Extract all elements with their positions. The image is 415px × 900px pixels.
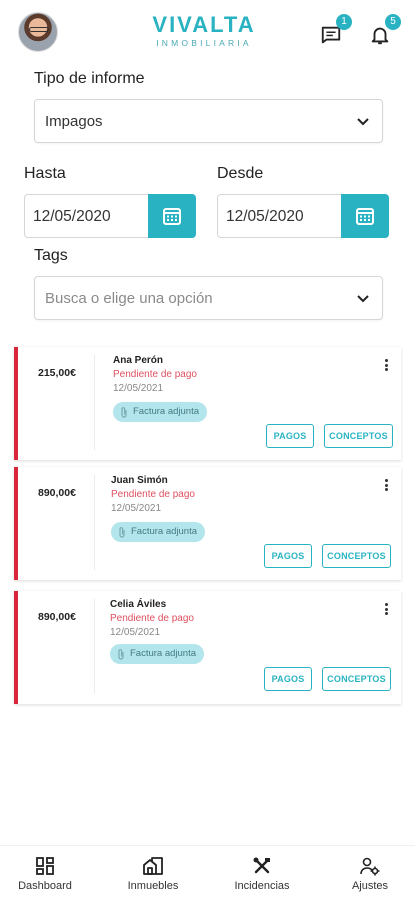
pagos-button[interactable]: PAGOS: [266, 424, 314, 448]
card-amount: 890,00€: [38, 611, 76, 623]
card-status: Pendiente de pago: [110, 613, 194, 624]
user-settings-icon: [360, 857, 380, 876]
conceptos-button[interactable]: CONCEPTOS: [322, 544, 391, 568]
messages-button[interactable]: 1: [320, 14, 352, 46]
paperclip-icon: [119, 527, 125, 538]
paperclip-icon: [121, 407, 127, 418]
report-type-select[interactable]: Impagos: [34, 99, 383, 143]
tags-label: Tags: [34, 247, 68, 264]
brand-logo: VIVALTA INMOBILIARIA: [150, 12, 258, 49]
calendar-icon: [356, 208, 374, 225]
notifications-button[interactable]: 5: [369, 14, 401, 46]
nav-ajustes[interactable]: Ajustes: [330, 846, 410, 892]
to-date-label: Hasta: [24, 165, 66, 182]
nav-dashboard-label: Dashboard: [18, 880, 72, 892]
debt-card[interactable]: 215,00€ Ana Perón Pendiente de pago 12/0…: [14, 347, 401, 460]
card-date: 12/05/2021: [111, 503, 162, 514]
notifications-badge: 5: [385, 14, 401, 30]
from-date-calendar-button[interactable]: [341, 194, 389, 238]
card-more-menu[interactable]: [385, 479, 389, 493]
conceptos-button[interactable]: CONCEPTOS: [322, 667, 391, 691]
to-date-value: 12/05/2020: [33, 208, 111, 225]
tags-placeholder: Busca o elige una opción: [45, 290, 213, 307]
pagos-button[interactable]: PAGOS: [264, 544, 312, 568]
attachment-tag-label: Factura adjunta: [131, 526, 198, 537]
nav-incidencias-label: Incidencias: [234, 880, 290, 892]
dashboard-icon: [36, 857, 54, 875]
tags-select[interactable]: Busca o elige una opción: [34, 276, 383, 320]
to-date-field[interactable]: 12/05/2020: [24, 194, 196, 238]
nav-dashboard[interactable]: Dashboard: [5, 846, 85, 892]
to-date-calendar-button[interactable]: [148, 194, 196, 238]
card-status: Pendiente de pago: [111, 489, 195, 500]
pagos-button[interactable]: PAGOS: [264, 667, 312, 691]
nav-ajustes-label: Ajustes: [351, 880, 389, 892]
conceptos-button[interactable]: CONCEPTOS: [324, 424, 393, 448]
report-type-label: Tipo de informe: [34, 70, 145, 87]
bottom-navigation: Dashboard Inmuebles Incidencias Ajustes: [0, 845, 415, 900]
card-divider: [94, 355, 95, 450]
card-divider: [94, 475, 95, 570]
from-date-value: 12/05/2020: [226, 208, 304, 225]
chevron-down-icon: [357, 295, 369, 303]
card-status: Pendiente de pago: [113, 369, 197, 380]
tools-icon: [253, 857, 270, 874]
from-date-label: Desde: [217, 165, 264, 182]
brand-subtitle: INMOBILIARIA: [156, 38, 252, 48]
app-header: VIVALTA INMOBILIARIA 1 5: [0, 0, 415, 62]
brand-name: VIVALTA: [152, 12, 256, 37]
card-divider: [94, 599, 95, 694]
attachment-tag[interactable]: Factura adjunta: [110, 644, 205, 664]
chevron-down-icon: [357, 118, 369, 126]
user-avatar[interactable]: [18, 12, 58, 52]
card-date: 12/05/2021: [113, 383, 164, 394]
card-amount: 215,00€: [38, 367, 76, 379]
from-date-field[interactable]: 12/05/2020: [217, 194, 389, 238]
card-more-menu[interactable]: [385, 359, 389, 373]
card-amount: 890,00€: [38, 487, 76, 499]
nav-inmuebles[interactable]: Inmuebles: [113, 846, 193, 892]
debt-card[interactable]: 890,00€ Juan Simón Pendiente de pago 12/…: [14, 467, 401, 580]
nav-incidencias[interactable]: Incidencias: [222, 846, 302, 892]
messages-badge: 1: [336, 14, 352, 30]
card-date: 12/05/2021: [110, 627, 161, 638]
debt-card[interactable]: 890,00€ Celia Áviles Pendiente de pago 1…: [14, 591, 401, 704]
card-more-menu[interactable]: [385, 603, 389, 617]
report-type-value: Impagos: [45, 113, 103, 130]
attachment-tag[interactable]: Factura adjunta: [111, 522, 206, 542]
paperclip-icon: [118, 649, 124, 660]
nav-inmuebles-label: Inmuebles: [127, 880, 179, 892]
attachment-tag-label: Factura adjunta: [130, 648, 197, 659]
calendar-icon: [163, 208, 181, 225]
attachment-tag-label: Factura adjunta: [133, 406, 200, 417]
card-name: Juan Simón: [111, 475, 168, 486]
buildings-icon: [143, 857, 163, 875]
card-name: Celia Áviles: [110, 599, 167, 610]
card-name: Ana Perón: [113, 355, 164, 366]
attachment-tag[interactable]: Factura adjunta: [113, 402, 208, 422]
